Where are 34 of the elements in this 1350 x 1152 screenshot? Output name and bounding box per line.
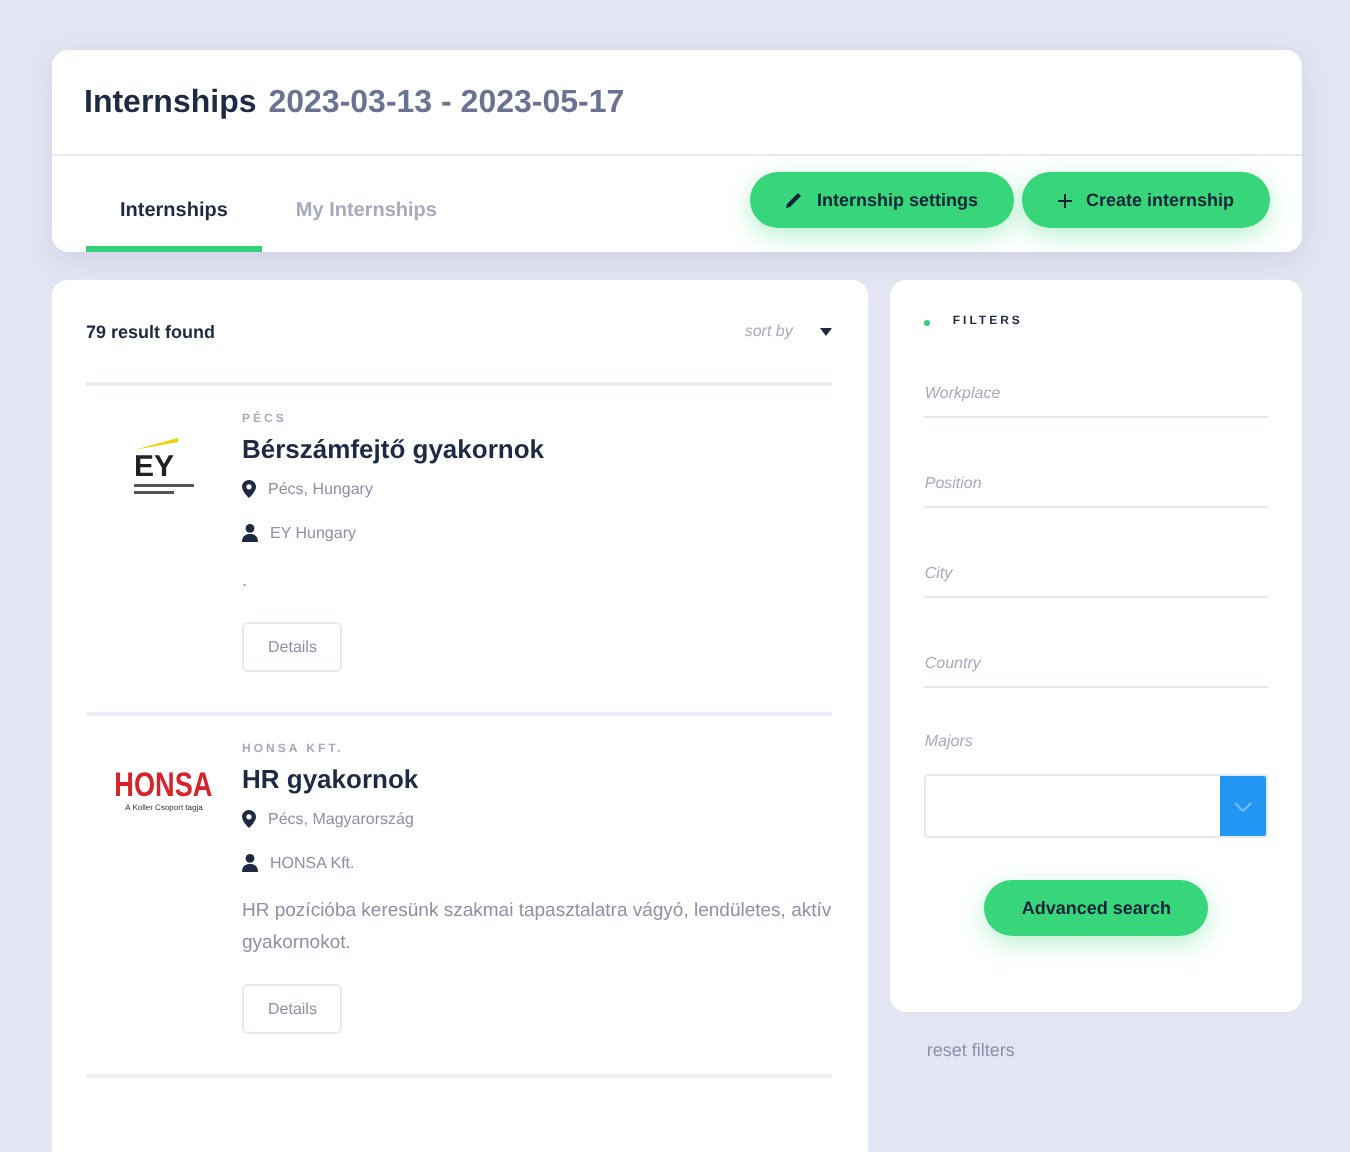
stripe-icon [134, 438, 178, 450]
majors-select[interactable] [924, 774, 1268, 838]
person-icon [242, 524, 258, 542]
pencil-icon [786, 192, 803, 208]
majors-label: Majors [924, 732, 975, 750]
company-name: EY Hungary [270, 524, 356, 542]
create-button[interactable]: Create internship [1021, 172, 1270, 228]
sort-label[interactable]: sort by [744, 322, 793, 340]
job-description: HR pozícióba keresünk szakmai tapasztalatra vágyó, lendületes, aktív gyakornokot. [242, 898, 833, 958]
caret-icon[interactable] [820, 327, 833, 335]
tagline-drawing [134, 484, 194, 496]
chevron-down-icon [1234, 801, 1252, 811]
company-name: HONSA Kft. [270, 854, 355, 872]
tab[interactable]: Internships [86, 200, 262, 252]
location-pin-icon [242, 480, 256, 498]
company-logo: EY [134, 438, 194, 672]
plus-icon [1057, 193, 1072, 207]
result-count: 79 result found [86, 321, 216, 341]
location-text: Pécs, Hungary [268, 480, 373, 498]
job-title: HR gyakornok [242, 764, 419, 794]
tab[interactable]: My Internships [261, 200, 471, 252]
job-description: . [242, 568, 248, 596]
location-pin-icon [242, 810, 256, 828]
page-title: Internships [84, 86, 257, 122]
dot-icon [924, 319, 931, 325]
person-icon [242, 854, 258, 872]
settings-button[interactable]: Internship settings [750, 172, 1014, 228]
details-button[interactable]: Details [242, 622, 343, 672]
location-text: Pécs, Magyarország [268, 810, 414, 828]
job-title: Bérszámfejtő gyakornok [242, 434, 544, 464]
date-range: 2023-03-13 - 2023-05-17 [268, 86, 625, 122]
details-button[interactable]: Details [242, 984, 343, 1034]
advanced-search-button[interactable]: Advanced search [983, 880, 1209, 936]
reset-filters-link[interactable]: reset filters [926, 1040, 1302, 1060]
